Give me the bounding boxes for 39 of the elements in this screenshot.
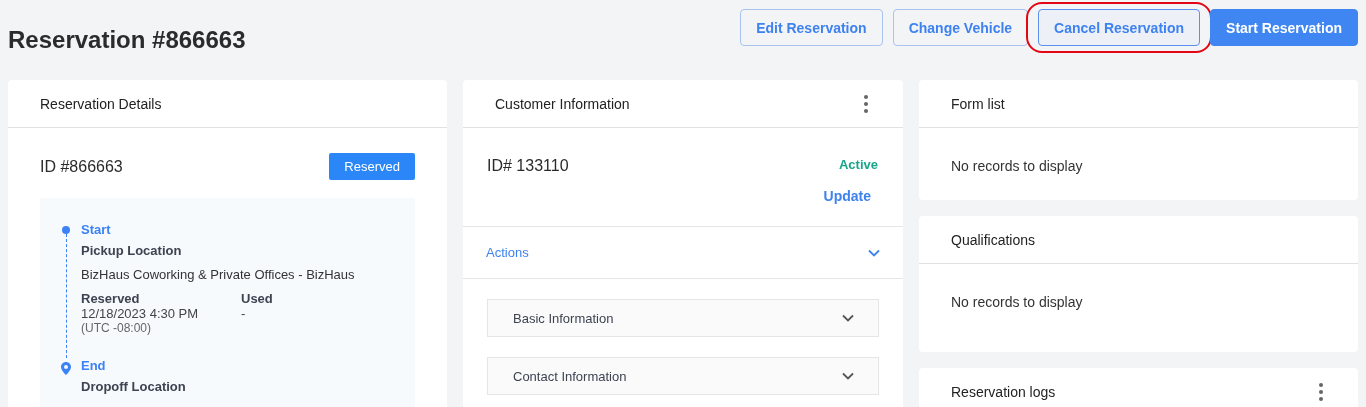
location-label: Dropoff Location <box>81 378 187 394</box>
reserved-date: 12/18/2023 4:30 PM <box>81 306 200 322</box>
section-title: Basic Information <box>513 310 614 326</box>
more-options-icon[interactable] <box>1319 382 1323 401</box>
reservation-id: ID #866663 <box>40 157 123 176</box>
empty-message: No records to display <box>950 293 1084 312</box>
timeline-step-label: Start <box>81 222 112 237</box>
status-text: Active <box>838 157 878 174</box>
used-label: Used <box>241 292 274 307</box>
used-value: - <box>241 306 247 322</box>
customer-id: ID# 133110 <box>487 157 570 175</box>
chevron-down-icon[interactable] <box>868 248 880 257</box>
action-button[interactable]: Edit Reservation <box>740 9 883 46</box>
location-pin-icon <box>61 361 71 375</box>
update-link[interactable]: Update <box>823 188 871 204</box>
page-title: Reservation #866663 <box>8 26 246 54</box>
card-title: Reservation Details <box>40 95 162 112</box>
location-name: BizHaus Coworking & Private Offices - BizHaus <box>81 267 356 282</box>
chevron-down-icon[interactable] <box>842 314 854 322</box>
more-options-icon[interactable] <box>864 94 868 113</box>
chevron-down-icon[interactable] <box>842 372 854 380</box>
action-button[interactable]: Cancel Reservation <box>1038 9 1201 46</box>
timezone-text: (UTC -08:00) <box>81 321 152 336</box>
card-title: Form list <box>951 95 1005 112</box>
start-button[interactable]: Start Reservation <box>1210 9 1358 46</box>
card-title: Customer Information <box>495 95 630 112</box>
accordion-section[interactable]: Contact Information <box>487 357 879 395</box>
empty-message: No records to display <box>950 157 1084 176</box>
timeline-step-label: End <box>81 357 107 373</box>
status-badge: Reserved <box>329 153 415 180</box>
actions-toggle[interactable]: Actions <box>463 227 903 279</box>
accordion-section[interactable]: Basic Information <box>487 299 879 337</box>
reserved-label: Reserved <box>81 292 141 307</box>
card-title: Qualifications <box>951 231 1036 248</box>
actions-label: Actions <box>486 245 529 260</box>
location-label: Pickup Location <box>81 243 183 258</box>
action-button[interactable]: Change Vehicle <box>892 9 1029 46</box>
card-title: Reservation logs <box>951 383 1056 400</box>
section-title: Contact Information <box>513 368 627 384</box>
